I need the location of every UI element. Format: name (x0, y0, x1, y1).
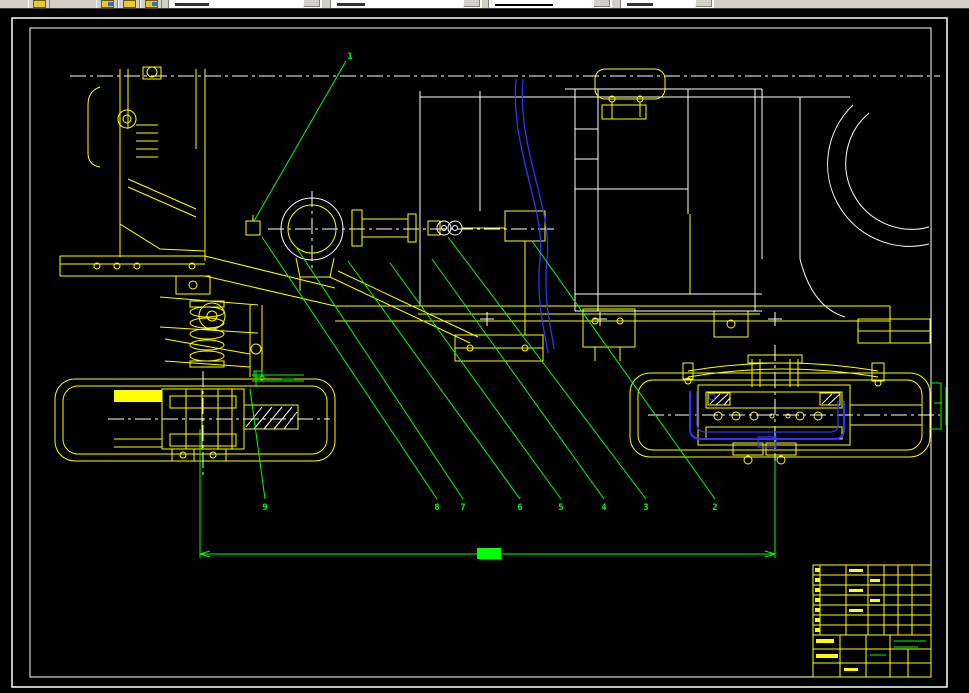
front-suspension (159, 296, 263, 377)
linetype-combo[interactable] (488, 0, 612, 8)
toolbar-icon (33, 0, 46, 8)
callout-number-6: 6 (517, 503, 522, 513)
callout-number-8: 8 (434, 503, 439, 513)
callout-number-1: 1 (347, 52, 352, 62)
callout-leaders: 1 9 8 7 6 5 4 3 2 (249, 52, 718, 513)
callout-number-4: 4 (601, 503, 607, 513)
chevron-down-icon[interactable] (695, 0, 712, 7)
combo-text (627, 3, 653, 6)
brake-chamber-assembly (245, 191, 555, 335)
title-block (812, 564, 932, 678)
linetype-preview (495, 4, 553, 6)
icon-button-3[interactable] (140, 0, 162, 8)
lineweight-combo[interactable] (620, 0, 714, 8)
standard-button[interactable] (28, 0, 50, 8)
toolbar-icon (123, 0, 136, 8)
drawing-svg[interactable]: 1 9 8 7 6 5 4 3 2 (0, 9, 969, 693)
chevron-down-icon[interactable] (593, 0, 610, 7)
rear-leaf-spring (682, 345, 885, 479)
dimension-label-highlight (477, 548, 501, 559)
layer-combo[interactable] (168, 0, 322, 8)
top-toolbar (0, 0, 969, 9)
rear-structure (419, 88, 763, 312)
rear-wheel (629, 372, 940, 465)
front-wheel (54, 371, 336, 475)
frame-rail-left (59, 255, 336, 307)
drawing-canvas[interactable]: 1 9 8 7 6 5 4 3 2 (0, 9, 969, 693)
combo-text (337, 3, 365, 6)
chevron-down-icon[interactable] (463, 0, 480, 7)
callout-number-9: 9 (262, 503, 267, 513)
toolbar-icon (152, 2, 158, 6)
icon-button-1[interactable] (96, 0, 118, 8)
toolbar-icon (108, 2, 114, 6)
callout-number-5: 5 (558, 503, 563, 513)
brake-pipe-center (514, 78, 555, 354)
rear-fender-arcs (762, 96, 930, 318)
color-combo[interactable] (330, 0, 482, 8)
icon-button-2[interactable] (118, 0, 140, 8)
callout-number-2: 2 (712, 503, 717, 513)
callout-number-7: 7 (460, 503, 465, 513)
green-dimension (199, 429, 776, 559)
callout-number-3: 3 (643, 503, 648, 513)
title-block-green-text (870, 640, 926, 656)
combo-text (175, 3, 209, 6)
cab-front-structure (87, 66, 206, 261)
chevron-down-icon[interactable] (303, 0, 320, 7)
mid-frame (335, 305, 931, 362)
